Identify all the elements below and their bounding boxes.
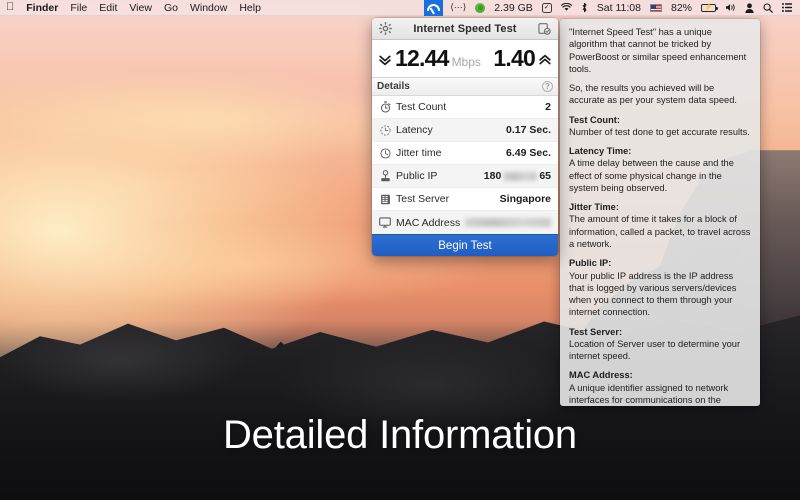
- battery-icon[interactable]: ⚡: [701, 3, 718, 12]
- airdrop-icon[interactable]: ⟨···⟩: [450, 3, 466, 12]
- mac-address-redacted: ..........: [465, 218, 551, 228]
- row-value-jitter-time: 6.49 Sec.: [506, 147, 551, 159]
- server-icon: [378, 194, 392, 205]
- info-intro-1: "Internet Speed Test" has a unique algor…: [569, 27, 747, 74]
- info-heading-test-server: Test Server:: [569, 326, 623, 337]
- download-chevron-icon: [378, 53, 392, 70]
- info-heading-public-ip: Public IP:: [569, 258, 612, 269]
- bluetooth-icon[interactable]: [581, 2, 588, 13]
- public-ip-redacted: ......: [503, 171, 538, 181]
- info-body-public-ip: Your public IP address is the IP address…: [569, 270, 737, 318]
- menu-help[interactable]: Help: [239, 2, 261, 14]
- details-header-label: Details: [377, 81, 410, 92]
- row-test-server: Test Server Singapore: [372, 188, 558, 211]
- info-intro-2: So, the results you achieved will be acc…: [569, 83, 737, 106]
- cleaner-status-icon[interactable]: [475, 2, 486, 13]
- menu-view[interactable]: View: [129, 2, 152, 14]
- row-public-ip: Public IP 180 ...... 65: [372, 165, 558, 188]
- row-value-test-server: Singapore: [499, 193, 551, 205]
- report-icon-button[interactable]: [537, 21, 553, 37]
- info-body-mac-address: A unique identifier assigned to network …: [569, 382, 729, 405]
- row-mac-address: MAC Address ..........: [372, 211, 558, 234]
- row-value-test-count: 2: [545, 101, 551, 113]
- upload-speed-group: 1.40: [493, 47, 552, 70]
- begin-test-button[interactable]: Begin Test: [372, 234, 558, 256]
- battery-percent[interactable]: 82%: [671, 2, 692, 14]
- upload-chevron-icon: [538, 53, 552, 70]
- gear-icon[interactable]: [377, 21, 393, 37]
- row-value-public-ip: 180 ...... 65: [484, 170, 551, 182]
- notification-center-icon[interactable]: [782, 3, 792, 12]
- row-test-count: Test Count 2: [372, 96, 558, 119]
- stopwatch-icon: [378, 101, 392, 113]
- screenshot-caption: Detailed Information: [223, 413, 577, 457]
- panel-titlebar: Internet Speed Test: [372, 18, 558, 40]
- help-info-panel: "Internet Speed Test" has a unique algor…: [560, 19, 760, 406]
- volume-icon[interactable]: [725, 3, 736, 12]
- apple-logo-icon[interactable]: : [6, 1, 14, 13]
- download-speed-group: 12.44 Mbps: [378, 47, 481, 70]
- menu-bar:  Finder File Edit View Go Window Help ⟨…: [0, 0, 800, 16]
- us-flag-icon[interactable]: [649, 3, 662, 12]
- menu-bar-clock[interactable]: Sat 11:08: [597, 2, 641, 14]
- jitter-icon: [378, 147, 392, 159]
- menu-bar-left:  Finder File Edit View Go Window Help: [6, 1, 261, 14]
- info-heading-latency-time: Latency Time:: [569, 146, 632, 157]
- search-icon[interactable]: [763, 2, 773, 13]
- menu-edit[interactable]: Edit: [99, 2, 117, 14]
- menu-go[interactable]: Go: [164, 2, 178, 14]
- panel-title: Internet Speed Test: [413, 22, 517, 35]
- row-value-mac-address: ..........: [465, 217, 551, 229]
- info-heading-mac-address: MAC Address:: [569, 370, 633, 381]
- internet-speed-test-menu-icon[interactable]: [424, 0, 444, 16]
- latency-icon: [378, 124, 392, 136]
- row-jitter-time: Jitter time 6.49 Sec.: [372, 142, 558, 165]
- network-pin-icon: [378, 170, 392, 182]
- storage-readout[interactable]: 2.39 GB: [494, 2, 533, 14]
- row-label-latency: Latency: [396, 124, 433, 136]
- menu-file[interactable]: File: [70, 2, 87, 14]
- desktop-screen:  Finder File Edit View Go Window Help ⟨…: [0, 0, 800, 500]
- info-body-jitter-time: The amount of time it takes for a block …: [569, 214, 751, 249]
- info-body-latency-time: A time delay between the cause and the e…: [569, 158, 734, 193]
- download-speed-value: 12.44: [395, 45, 449, 71]
- row-value-latency: 0.17 Sec.: [506, 124, 551, 136]
- row-latency: Latency 0.17 Sec.: [372, 119, 558, 142]
- info-body-test-server: Location of Server user to determine you…: [569, 338, 741, 362]
- public-ip-suffix: 65: [539, 170, 551, 182]
- wifi-icon[interactable]: [560, 3, 572, 12]
- speed-readout: 12.44 Mbps 1.40: [372, 40, 558, 78]
- row-label-test-server: Test Server: [396, 193, 450, 205]
- monitor-icon: [378, 217, 392, 228]
- row-label-mac-address: MAC Address: [396, 216, 461, 229]
- info-heading-jitter-time: Jitter Time:: [569, 202, 619, 213]
- help-icon[interactable]: ?: [542, 81, 553, 92]
- menu-finder[interactable]: Finder: [26, 2, 58, 14]
- menu-bar-status-area: ⟨···⟩ 2.39 GB ✓ Sat 11:08 82% ⚡: [424, 0, 794, 16]
- row-label-test-count: Test Count: [396, 101, 447, 113]
- info-heading-test-count: Test Count:: [569, 114, 620, 125]
- row-label-jitter-time: Jitter time: [396, 147, 442, 159]
- upload-speed-value: 1.40: [493, 45, 535, 71]
- info-body-test-count: Number of test done to get accurate resu…: [569, 126, 750, 137]
- details-header: Details ?: [372, 78, 558, 96]
- checkmark-icon[interactable]: ✓: [541, 2, 552, 13]
- user-account-icon[interactable]: [745, 2, 754, 13]
- speed-unit-label: Mbps: [451, 55, 481, 69]
- row-label-public-ip: Public IP: [396, 170, 438, 182]
- public-ip-prefix: 180: [483, 170, 502, 182]
- menu-window[interactable]: Window: [190, 2, 227, 14]
- internet-speed-test-panel: Internet Speed Test 12.44 Mbps 1.40 Deta…: [372, 18, 558, 256]
